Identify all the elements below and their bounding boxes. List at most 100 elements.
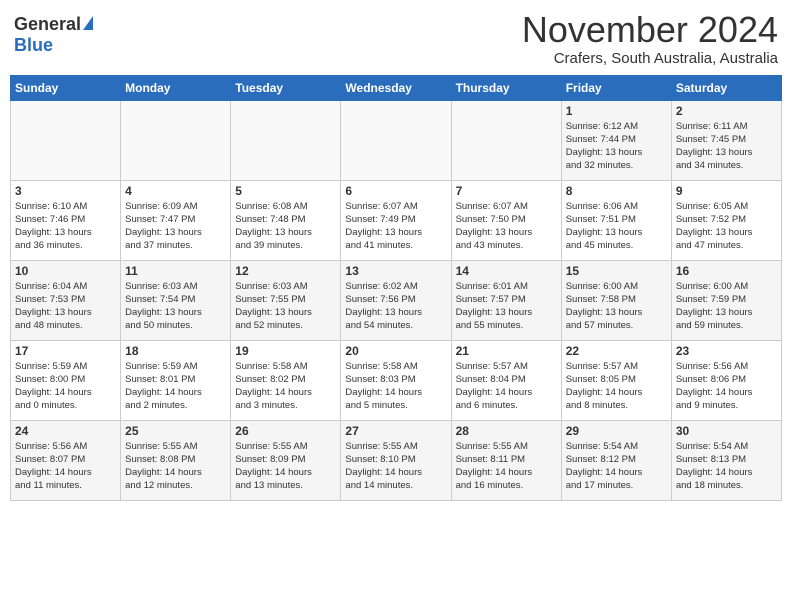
day-number: 19: [235, 344, 336, 358]
calendar-cell: 5Sunrise: 6:08 AM Sunset: 7:48 PM Daylig…: [231, 180, 341, 260]
day-number: 14: [456, 264, 557, 278]
weekday-header-tuesday: Tuesday: [231, 75, 341, 100]
calendar-cell: 21Sunrise: 5:57 AM Sunset: 8:04 PM Dayli…: [451, 340, 561, 420]
day-number: 13: [345, 264, 446, 278]
logo-triangle-icon: [83, 16, 93, 30]
day-number: 20: [345, 344, 446, 358]
weekday-header-saturday: Saturday: [671, 75, 781, 100]
calendar-cell: 19 Sunrise: 5:58 AM Sunset: 8:02 PM Dayli…: [231, 340, 341, 420]
calendar-cell: 8 Sunrise: 6:06 AM Sunset: 7:51 PM Daylig…: [561, 180, 671, 260]
day-info: Sunrise: 5:57 AM Sunset: 8:04 PM Dayligh…: [456, 360, 557, 413]
day-info: Sunrise: 5:55 AM Sunset: 8:11 PM Dayligh…: [456, 440, 557, 493]
day-info: Sunrise: 6:03 AM Sunset: 7:55 PM Dayligh…: [235, 280, 336, 333]
calendar-cell: 13Sunrise: 6:02 AM Sunset: 7:56 PM Dayli…: [341, 260, 451, 340]
day-info: Sunrise: 6:07 AM Sunset: 7:49 PM Dayligh…: [345, 200, 446, 253]
day-info: Sunrise: 5:55 AM Sunset: 8:08 PM Dayligh…: [125, 440, 226, 493]
day-info: Sunrise: 6:12 AM Sunset: 7:44 PM Dayligh…: [566, 120, 667, 173]
calendar-cell: [121, 100, 231, 180]
calendar-cell: 6 Sunrise: 6:07 AM Sunset: 7:49 PM Daylig…: [341, 180, 451, 260]
weekday-header-wednesday: Wednesday: [341, 75, 451, 100]
day-info: Sunrise: 6:04 AM Sunset: 7:53 PM Dayligh…: [15, 280, 116, 333]
calendar-cell: 4 Sunrise: 6:09 AM Sunset: 7:47 PM Daylig…: [121, 180, 231, 260]
day-number: 12: [235, 264, 336, 278]
weekday-header-friday: Friday: [561, 75, 671, 100]
calendar-week-1: 1Sunrise: 6:12 AM Sunset: 7:44 PM Daylig…: [11, 100, 782, 180]
day-number: 4: [125, 184, 226, 198]
day-number: 5: [235, 184, 336, 198]
day-info: Sunrise: 5:54 AM Sunset: 8:12 PM Dayligh…: [566, 440, 667, 493]
logo-general-text: General: [14, 14, 81, 35]
day-number: 27: [345, 424, 446, 438]
calendar-cell: 23 Sunrise: 5:56 AM Sunset: 8:06 PM Dayli…: [671, 340, 781, 420]
calendar-cell: 2 Sunrise: 6:11 AM Sunset: 7:45 PM Daylig…: [671, 100, 781, 180]
page-header: General Blue November 2024 Crafers, Sout…: [10, 10, 782, 67]
calendar-cell: 20 Sunrise: 5:58 AM Sunset: 8:03 PM Dayli…: [341, 340, 451, 420]
calendar-week-4: 17 Sunrise: 5:59 AM Sunset: 8:00 PM Dayli…: [11, 340, 782, 420]
day-number: 17: [15, 344, 116, 358]
calendar-cell: 9 Sunrise: 6:05 AM Sunset: 7:52 PM Daylig…: [671, 180, 781, 260]
location-text: Crafers, South Australia, Australia: [522, 50, 778, 67]
day-info: Sunrise: 6:00 AM Sunset: 7:59 PM Dayligh…: [676, 280, 777, 333]
day-number: 28: [456, 424, 557, 438]
day-number: 2: [676, 104, 777, 118]
calendar-cell: 12 Sunrise: 6:03 AM Sunset: 7:55 PM Dayli…: [231, 260, 341, 340]
day-info: Sunrise: 5:56 AM Sunset: 8:06 PM Dayligh…: [676, 360, 777, 413]
calendar-cell: 27Sunrise: 5:55 AM Sunset: 8:10 PM Dayli…: [341, 420, 451, 500]
calendar-cell: 17 Sunrise: 5:59 AM Sunset: 8:00 PM Dayli…: [11, 340, 121, 420]
day-number: 9: [676, 184, 777, 198]
day-number: 8: [566, 184, 667, 198]
calendar-cell: 16 Sunrise: 6:00 AM Sunset: 7:59 PM Dayli…: [671, 260, 781, 340]
title-section: November 2024 Crafers, South Australia, …: [522, 10, 778, 67]
calendar-cell: 11Sunrise: 6:03 AM Sunset: 7:54 PM Dayli…: [121, 260, 231, 340]
day-info: Sunrise: 6:10 AM Sunset: 7:46 PM Dayligh…: [15, 200, 116, 253]
calendar-cell: 3Sunrise: 6:10 AM Sunset: 7:46 PM Daylig…: [11, 180, 121, 260]
day-info: Sunrise: 6:06 AM Sunset: 7:51 PM Dayligh…: [566, 200, 667, 253]
day-info: Sunrise: 5:56 AM Sunset: 8:07 PM Dayligh…: [15, 440, 116, 493]
calendar-cell: 30Sunrise: 5:54 AM Sunset: 8:13 PM Dayli…: [671, 420, 781, 500]
calendar-cell: [11, 100, 121, 180]
calendar-cell: 26 Sunrise: 5:55 AM Sunset: 8:09 PM Dayli…: [231, 420, 341, 500]
day-info: Sunrise: 5:57 AM Sunset: 8:05 PM Dayligh…: [566, 360, 667, 413]
weekday-header-monday: Monday: [121, 75, 231, 100]
day-info: Sunrise: 5:54 AM Sunset: 8:13 PM Dayligh…: [676, 440, 777, 493]
day-info: Sunrise: 6:00 AM Sunset: 7:58 PM Dayligh…: [566, 280, 667, 333]
calendar-cell: 7 Sunrise: 6:07 AM Sunset: 7:50 PM Daylig…: [451, 180, 561, 260]
day-info: Sunrise: 5:59 AM Sunset: 8:00 PM Dayligh…: [15, 360, 116, 413]
calendar-cell: 28 Sunrise: 5:55 AM Sunset: 8:11 PM Dayli…: [451, 420, 561, 500]
day-info: Sunrise: 5:59 AM Sunset: 8:01 PM Dayligh…: [125, 360, 226, 413]
day-number: 16: [676, 264, 777, 278]
calendar-week-3: 10 Sunrise: 6:04 AM Sunset: 7:53 PM Dayli…: [11, 260, 782, 340]
day-info: Sunrise: 6:07 AM Sunset: 7:50 PM Dayligh…: [456, 200, 557, 253]
calendar-cell: [341, 100, 451, 180]
day-info: Sunrise: 6:01 AM Sunset: 7:57 PM Dayligh…: [456, 280, 557, 333]
calendar-cell: 10 Sunrise: 6:04 AM Sunset: 7:53 PM Dayli…: [11, 260, 121, 340]
day-number: 11: [125, 264, 226, 278]
day-number: 6: [345, 184, 446, 198]
day-info: Sunrise: 6:05 AM Sunset: 7:52 PM Dayligh…: [676, 200, 777, 253]
day-info: Sunrise: 5:58 AM Sunset: 8:02 PM Dayligh…: [235, 360, 336, 413]
day-number: 7: [456, 184, 557, 198]
day-number: 10: [15, 264, 116, 278]
logo: General Blue: [14, 10, 93, 56]
day-number: 23: [676, 344, 777, 358]
calendar-cell: 22 Sunrise: 5:57 AM Sunset: 8:05 PM Dayli…: [561, 340, 671, 420]
day-number: 22: [566, 344, 667, 358]
weekday-header-row: SundayMondayTuesdayWednesdayThursdayFrid…: [11, 75, 782, 100]
day-info: Sunrise: 5:55 AM Sunset: 8:09 PM Dayligh…: [235, 440, 336, 493]
calendar-cell: 25Sunrise: 5:55 AM Sunset: 8:08 PM Dayli…: [121, 420, 231, 500]
weekday-header-thursday: Thursday: [451, 75, 561, 100]
calendar-cell: 1Sunrise: 6:12 AM Sunset: 7:44 PM Daylig…: [561, 100, 671, 180]
calendar-cell: 15Sunrise: 6:00 AM Sunset: 7:58 PM Dayli…: [561, 260, 671, 340]
calendar-cell: 14 Sunrise: 6:01 AM Sunset: 7:57 PM Dayli…: [451, 260, 561, 340]
calendar-cell: [451, 100, 561, 180]
day-number: 24: [15, 424, 116, 438]
day-number: 26: [235, 424, 336, 438]
calendar-cell: 29Sunrise: 5:54 AM Sunset: 8:12 PM Dayli…: [561, 420, 671, 500]
day-info: Sunrise: 5:58 AM Sunset: 8:03 PM Dayligh…: [345, 360, 446, 413]
calendar-cell: 18 Sunrise: 5:59 AM Sunset: 8:01 PM Dayli…: [121, 340, 231, 420]
day-info: Sunrise: 6:09 AM Sunset: 7:47 PM Dayligh…: [125, 200, 226, 253]
month-title: November 2024: [522, 10, 778, 50]
calendar-week-5: 24 Sunrise: 5:56 AM Sunset: 8:07 PM Dayli…: [11, 420, 782, 500]
day-number: 18: [125, 344, 226, 358]
day-info: Sunrise: 6:11 AM Sunset: 7:45 PM Dayligh…: [676, 120, 777, 173]
